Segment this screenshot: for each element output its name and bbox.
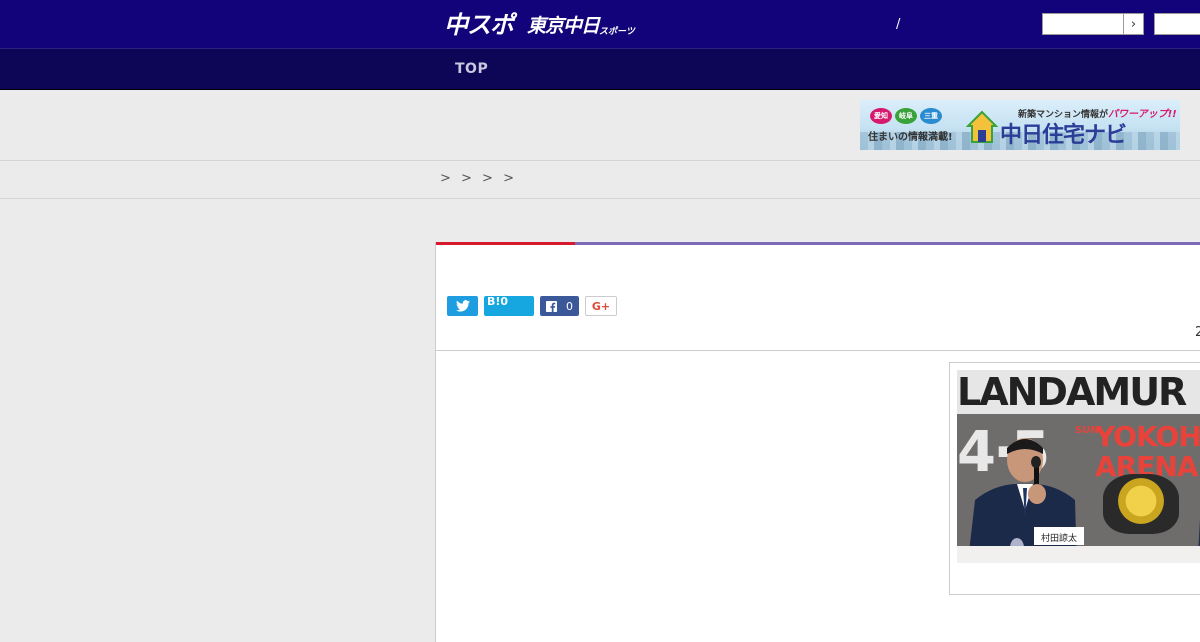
main-nav: TOP (0, 48, 1200, 90)
article-date: 2 (1195, 325, 1200, 340)
share-buttons: B!0 0 G+ (447, 296, 617, 316)
logo-main-text: 中スポ (444, 11, 514, 39)
logo-sub-text: 東京中日 (527, 15, 600, 37)
ad-badge: 岐阜 (895, 108, 917, 124)
search-box: › (1042, 13, 1144, 35)
nav-item-top[interactable]: TOP (455, 61, 488, 77)
ad-badge: 三重 (920, 108, 942, 124)
search-submit-button[interactable]: › (1123, 14, 1143, 34)
breadcrumb-row: > > > > (0, 161, 1200, 199)
article-photo: LANDAMUR 4·5 SUN YOKOHA ARENA 村田諒太 (957, 370, 1200, 563)
photo-venue-text: YOKOHA ARENA (1095, 422, 1200, 482)
ad-badge: 愛知 (870, 108, 892, 124)
header-bar: 中スポ 東京中日 スポーツ / › (0, 0, 1200, 48)
ad-brand: 中日住宅ナビ (1000, 123, 1127, 148)
photo-table (957, 546, 1200, 563)
article-accent-rule (436, 242, 575, 245)
article-header-rule (575, 242, 1200, 245)
facebook-share-button[interactable]: 0 (540, 296, 579, 316)
ad-banner-chunichi-jutaku[interactable]: 愛知 岐阜 三重 住まいの情報満載! 新築マンション情報がパワーアップ!! 中日… (860, 100, 1180, 150)
google-plus-share-button[interactable]: G+ (585, 296, 617, 316)
header-separator: / (896, 17, 901, 32)
facebook-icon (541, 297, 561, 315)
logo-tiny-text: スポーツ (599, 27, 635, 37)
photo-backdrop-text: LANDAMUR (957, 370, 1200, 414)
search-input[interactable] (1043, 14, 1123, 34)
hatena-bookmark-button[interactable]: B!0 (484, 296, 534, 316)
twitter-icon (455, 300, 470, 312)
facebook-share-count: 0 (561, 297, 578, 315)
photo-person-right (1197, 519, 1200, 563)
ad-row: 愛知 岐阜 三重 住まいの情報満載! 新築マンション情報がパワーアップ!! 中日… (0, 90, 1200, 161)
breadcrumb[interactable]: > > > > (440, 171, 514, 186)
photo-venue-line1: YOKOHA (1095, 420, 1200, 453)
twitter-share-button[interactable] (447, 296, 478, 316)
site-logo[interactable]: 中スポ 東京中日 スポーツ (444, 8, 635, 40)
chevron-right-icon: › (1130, 16, 1137, 32)
ad-tagline: 住まいの情報満載! (868, 132, 953, 143)
article-panel: B!0 0 G+ 2 LANDAMUR 4·5 SUN YOKOHA ARENA (435, 242, 1200, 642)
photo-nameplate: 村田諒太 (1034, 527, 1084, 545)
article-divider (436, 350, 1200, 351)
photo-championship-belt (1103, 474, 1179, 534)
ad-region-badges: 愛知 岐阜 三重 (870, 108, 942, 124)
house-icon (966, 110, 998, 143)
header-secondary-box[interactable] (1154, 13, 1200, 35)
article-photo-frame[interactable]: LANDAMUR 4·5 SUN YOKOHA ARENA 村田諒太 (949, 362, 1200, 595)
